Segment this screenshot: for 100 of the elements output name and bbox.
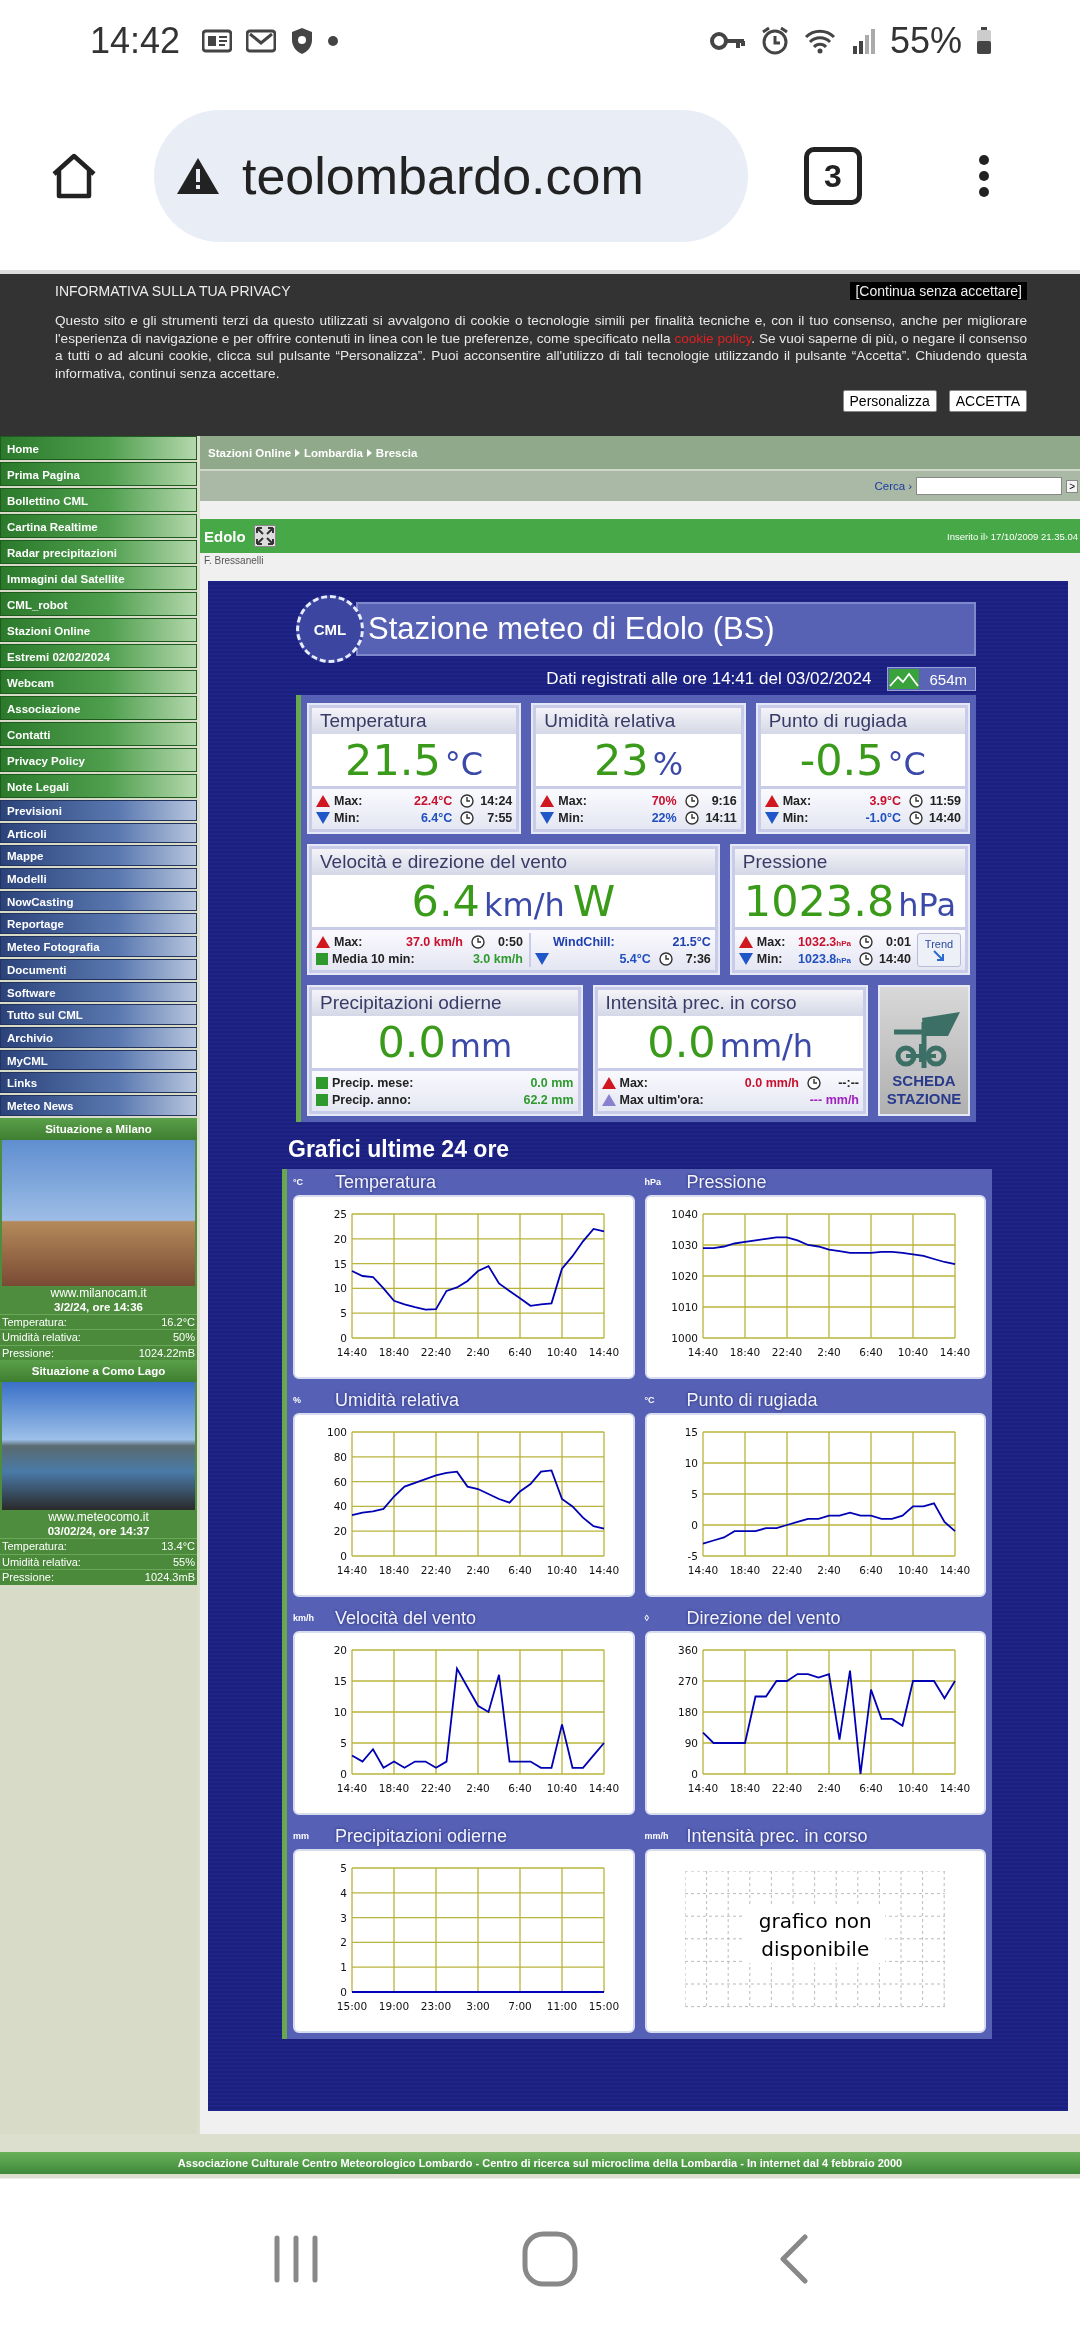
triangle-down-icon [738,952,753,965]
home-icon[interactable] [50,152,98,200]
mail-icon [246,28,277,54]
home-button-icon[interactable] [522,2231,578,2287]
tick-label: 22:40 [772,1564,803,1576]
menu-item[interactable]: Radar precipitazioni [0,540,197,564]
webcam-site[interactable]: www.meteocomo.it [0,1510,197,1525]
menu-item[interactable]: Meteo Fotografia [0,936,197,957]
tick-label: 0 [691,1519,699,1531]
menu-item[interactable]: Modelli [0,868,197,889]
menu-item[interactable]: Cartina Realtime [0,514,197,538]
chevron-icon [295,448,301,457]
tick-label: 19:00 [378,2000,409,2012]
tick-label: 10:40 [898,1782,929,1794]
menu-item[interactable]: Reportage [0,913,197,935]
menu-item[interactable]: Privacy Policy [0,748,197,772]
menu-item[interactable]: Contatti [0,722,197,746]
dismiss-button[interactable]: [Continua senza accettare] [850,282,1027,300]
menu-item[interactable]: Links [0,1072,197,1093]
clock-icon [859,934,873,949]
unavailable-message: grafico non disponibile [745,1907,886,1963]
tick-label: 14:40 [336,1346,367,1358]
menu-item[interactable]: Prima Pagina [0,462,197,486]
tick-label: 15:00 [336,2000,367,2012]
stat-label: Min: [334,810,361,825]
tick-label: 18:40 [378,1564,409,1576]
stat-time: 14:40 [878,951,911,966]
mountain-icon [889,669,920,689]
chart-title: Umidità relativa [335,1389,460,1411]
tick-label: 10 [333,1282,347,1295]
webcam-site[interactable]: www.milanocam.it [0,1285,197,1300]
tick-label: 10:40 [898,1564,929,1576]
author-name: F. Bressanelli [203,554,265,568]
tick-label: 20 [333,1644,347,1656]
tick-label: 0 [340,1768,347,1780]
search-field[interactable] [916,477,1063,495]
menu-item[interactable]: Software [0,981,197,1003]
photo-placeholder[interactable] [2,1139,195,1286]
address-bar[interactable]: teolombardo.com [154,110,748,242]
triangle-up-icon [316,935,330,948]
menu-item[interactable]: Articoli [0,822,197,844]
menu-item[interactable]: Archivio [0,1026,197,1048]
triangle-up-icon [540,794,555,807]
stat-value: 0.0 mm/h [744,1075,799,1090]
menu-item[interactable]: Documenti [0,958,197,980]
menu-item[interactable]: Note Legali [0,774,197,798]
stat-label: Max: [619,1075,649,1090]
tick-label: -5 [687,1550,699,1562]
menu-item[interactable]: Immagini dal Satellite [0,566,197,590]
menu-item[interactable]: NowCasting [0,890,197,912]
menu-icon[interactable] [978,154,990,198]
triangle-up-icon [738,935,753,948]
station-sheet-button[interactable]: SCHEDA STAZIONE [878,985,970,1116]
station-title: Stazione meteo di Edolo (BS) [356,602,976,656]
chart-title: Velocità del vento [335,1607,477,1629]
menu-item[interactable]: Associazione [0,696,197,720]
tick-label: 180 [678,1706,699,1718]
search-button[interactable]: > [1066,479,1078,493]
stat-time: 14:11 [704,810,737,825]
section-title: Grafici ultime 24 ore [288,1136,511,1163]
card-title: Temperatura [312,708,517,734]
expand-icon[interactable] [253,525,276,547]
menu-item[interactable]: MyCML [0,1049,197,1071]
unit-label: mm [293,1831,310,1841]
tick-label: 22:40 [420,1782,451,1794]
clock-icon [807,1075,821,1090]
back-icon[interactable] [779,2234,810,2284]
tick-label: 11:00 [546,2000,577,2012]
altitude-text: 654m [929,670,967,688]
banner-button[interactable]: ACCETTA [948,390,1027,412]
menu-item[interactable]: Estremi 02/02/2024 [0,644,197,668]
page-title: Edolo [204,527,246,545]
menu-item[interactable]: Bollettino CML [0,488,197,512]
reading-value: -0.5 [799,735,884,785]
banner-button[interactable]: Personalizza [842,390,937,412]
footer-bar: Associazione Culturale Centro Meteorologico Lombardo - Centro di ricerca sul microclima della Lombardia - In internet dal 4 febbraio 2000 [0,2152,1080,2174]
tick-label: 14:40 [940,1346,971,1358]
menu-item[interactable]: Stazioni Online [0,618,197,642]
menu-item[interactable]: Tutto sul CML [0,1004,197,1025]
menu-item[interactable]: Meteo News [0,1094,197,1116]
stat-time: 14:40 [928,810,961,825]
tick-label: 18:40 [378,1782,409,1794]
stat-value: -1.0°C [865,810,901,825]
trend-button[interactable]: Trend [917,933,961,967]
menu-item[interactable]: Mappe [0,845,197,867]
menu-item[interactable]: Home [0,436,197,460]
menu-item[interactable]: Webcam [0,670,197,694]
menu-item[interactable]: CML_robot [0,592,197,616]
reading-value: 0.0 [647,1017,716,1067]
stat-label: Max: [334,934,364,949]
tick-label: 90 [684,1737,699,1749]
tick-label: 18:40 [730,1782,761,1794]
reading-value: 1023.8 [743,876,895,926]
tick-label: 10:40 [898,1346,929,1358]
clock-icon [460,810,475,825]
photo-placeholder[interactable] [2,1382,195,1511]
tick-label: 4 [340,1886,347,1899]
tab-count-button[interactable]: 3 [804,147,862,205]
menu-item[interactable]: Previsioni [0,800,197,821]
tick-label: 14:40 [588,1564,619,1576]
